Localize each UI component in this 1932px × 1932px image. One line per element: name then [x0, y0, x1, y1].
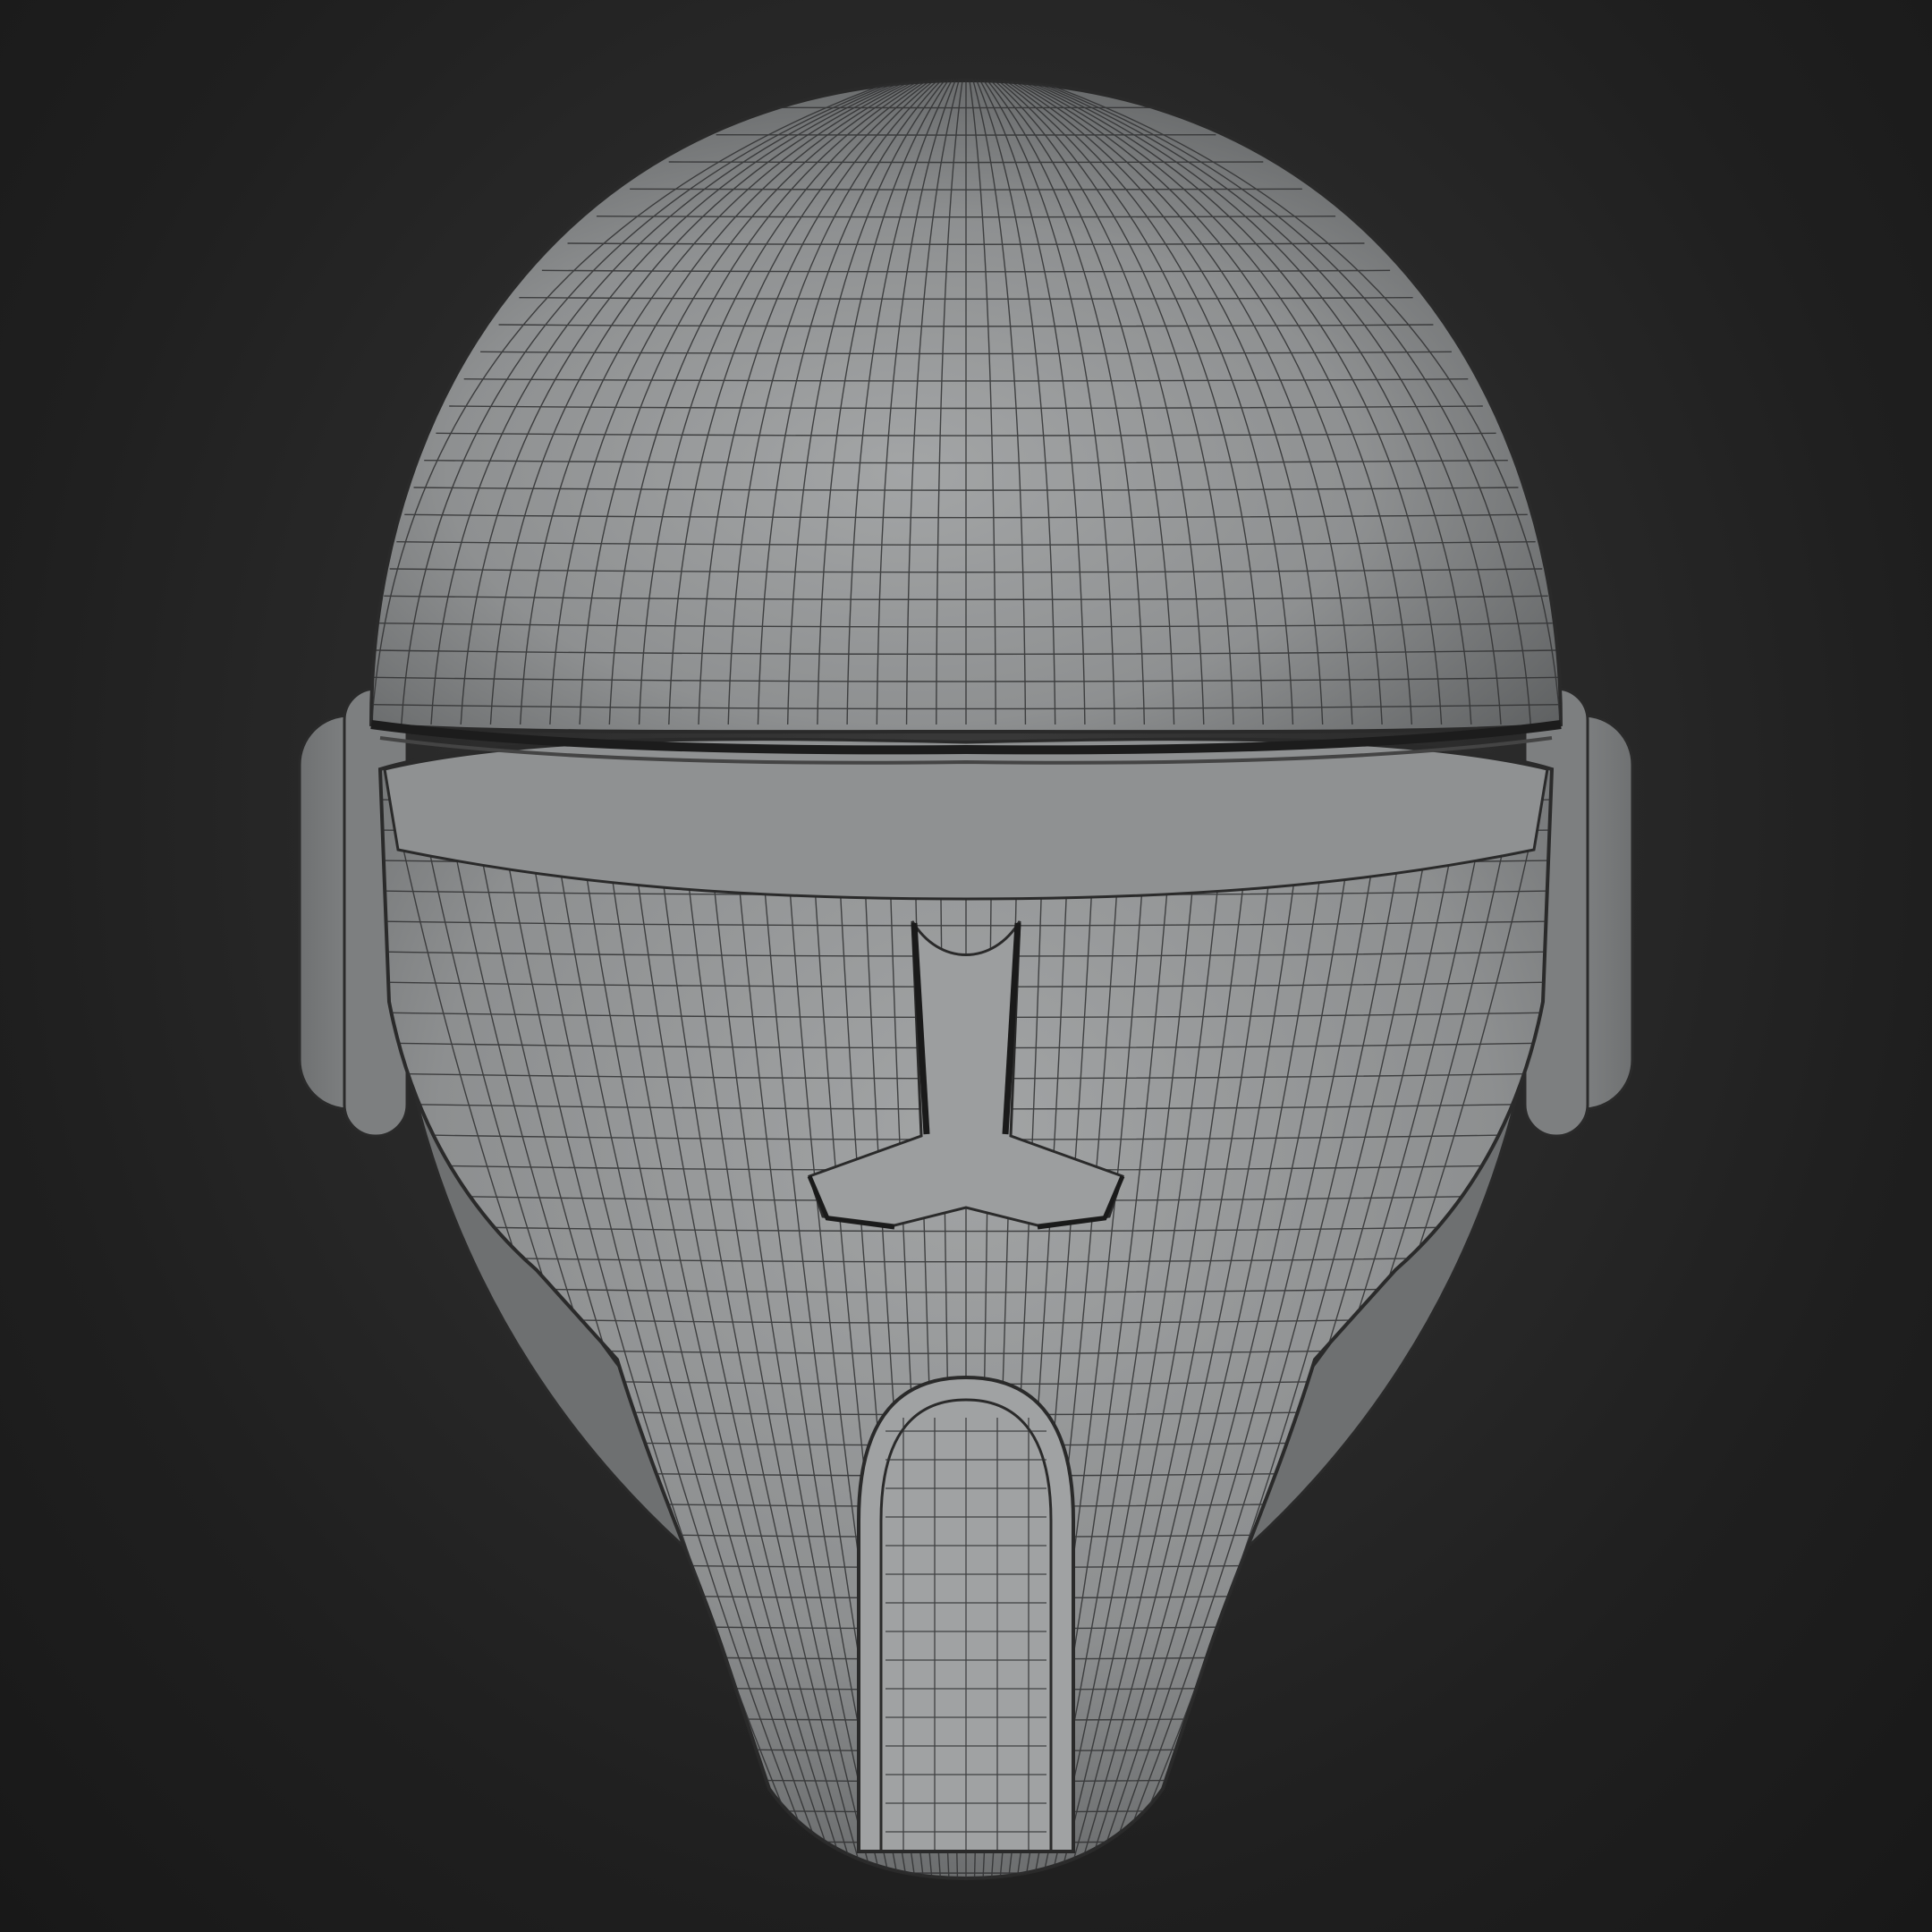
helmet-wireframe-render [298, 78, 1634, 1881]
mouth-vent [857, 1375, 1075, 1853]
3d-viewport[interactable] [0, 0, 1932, 1932]
helmet-dome [369, 78, 1563, 765]
